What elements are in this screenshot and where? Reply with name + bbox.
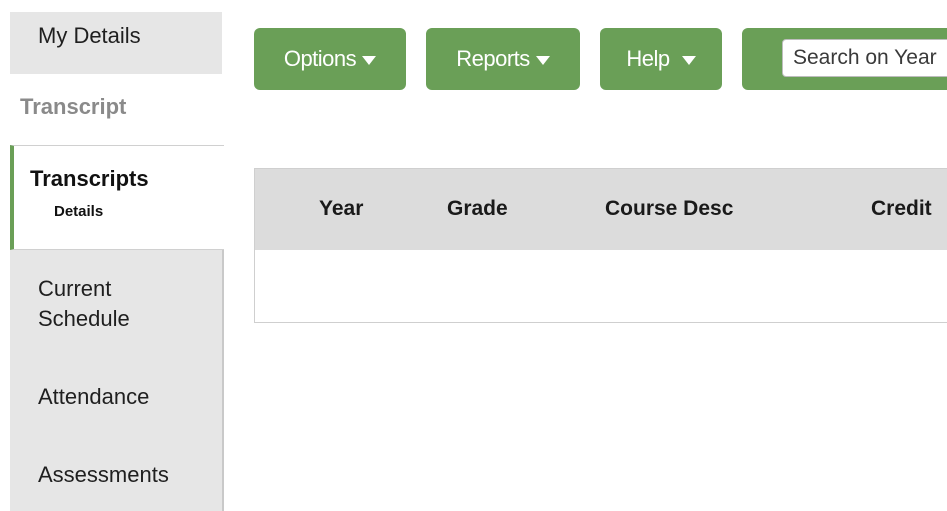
table-header: Year Grade Course Desc Credit: [255, 169, 947, 250]
sidebar-item-my-details[interactable]: My Details: [10, 12, 222, 74]
sidebar-item-subtitle: Details: [54, 203, 104, 220]
transcript-table: Year Grade Course Desc Credit: [254, 168, 947, 323]
column-header-course-desc[interactable]: Course Desc: [605, 197, 733, 221]
search-input[interactable]: [782, 39, 947, 77]
sidebar-item-label: Current Schedule: [38, 276, 130, 331]
caret-down-icon: [681, 56, 696, 65]
column-header-credit[interactable]: Credit: [871, 197, 932, 221]
column-header-year[interactable]: Year: [319, 197, 363, 221]
column-header-grade[interactable]: Grade: [447, 197, 508, 221]
sidebar-item-label: My Details: [38, 23, 141, 48]
reports-menu-button[interactable]: Reports: [426, 28, 580, 90]
sidebar-item-attendance[interactable]: Attendance: [38, 382, 149, 412]
options-menu-button[interactable]: Options: [254, 28, 406, 90]
search-bar: [742, 28, 947, 90]
sidebar-item-transcripts[interactable]: Transcripts Details: [10, 145, 224, 250]
sidebar-item-label: Attendance: [38, 384, 150, 409]
sidebar-section-label: Transcript: [20, 94, 127, 119]
sidebar-item-current-schedule[interactable]: Current Schedule: [38, 274, 130, 334]
sidebar-item-label: Assessments: [38, 462, 169, 487]
sidebar-lower-group: Current Schedule Attendance Assessments: [10, 250, 224, 511]
help-menu-button[interactable]: Help: [600, 28, 722, 90]
sidebar-nav: My Details Transcript Transcripts Detail…: [0, 0, 224, 511]
sidebar-item-assessments[interactable]: Assessments: [38, 460, 169, 490]
reports-button-label: Reports: [456, 46, 530, 71]
help-button-label: Help: [626, 46, 670, 71]
page: My Details Transcript Transcripts Detail…: [0, 0, 947, 511]
options-button-label: Options: [283, 46, 357, 71]
caret-down-icon: [362, 56, 377, 65]
caret-down-icon: [535, 56, 550, 65]
sidebar-item-title: Transcripts: [30, 166, 149, 191]
